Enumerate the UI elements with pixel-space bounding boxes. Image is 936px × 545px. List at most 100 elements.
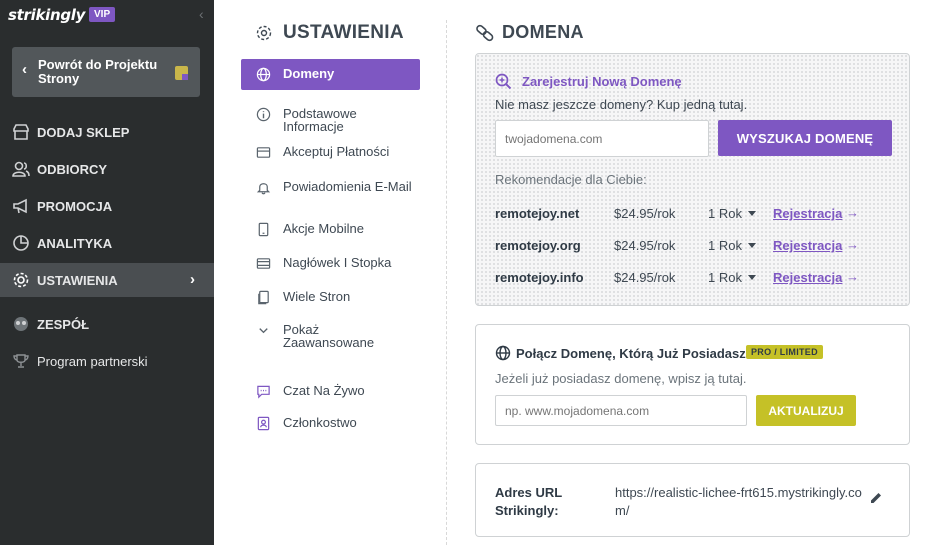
settings-item-label: Wiele Stron [283, 289, 351, 304]
sidebar: strikingly VIP ‹ ‹ Powrót do Projektu St… [0, 0, 214, 545]
chevron-down-icon [259, 328, 268, 334]
sidebar-item-audience[interactable]: ODBIORCY [0, 152, 214, 186]
brand-logo[interactable]: strikingly [8, 6, 85, 24]
sidebar-item-label: DODAJ SKLEP [37, 125, 130, 140]
settings-item-label: Pokaż Zaawansowane [283, 322, 375, 350]
arrow-right-icon: → [846, 269, 859, 284]
settings-menu: USTAWIENIA Domeny Podstawowe Informacje … [214, 0, 447, 545]
gear-icon [256, 25, 272, 41]
settings-item-payments[interactable]: Akceptuj Płatności [241, 137, 420, 165]
settings-item-label: Powiadomienia E-Mail [283, 179, 412, 194]
settings-item-label: Domeny [283, 66, 335, 81]
period-select[interactable]: 1 Rok [708, 206, 756, 221]
settings-item-label: Członkostwo [283, 415, 357, 430]
sidebar-item-label: Program partnerski [37, 354, 148, 369]
register-link[interactable]: Rejestracja [773, 206, 842, 221]
connect-domain-card: Połącz Domenę, Którą Już Posiadasz PRO /… [475, 324, 910, 445]
chevron-right-icon: › [190, 271, 195, 288]
sidebar-item-analytics[interactable]: ANALITYKA [0, 226, 214, 260]
domain-price: $24.95/rok [614, 238, 676, 253]
chat-icon [257, 385, 270, 399]
register-link[interactable]: Rejestracja [773, 270, 842, 285]
connect-subtitle: Jeżeli już posiadasz domenę, wpisz ją tu… [495, 371, 747, 386]
sidebar-item-label: ANALITYKA [37, 236, 113, 251]
pages-icon [258, 290, 269, 305]
arrow-right-icon: → [846, 205, 859, 220]
sidebar-item-partner[interactable]: Program partnerski [0, 344, 214, 378]
settings-item-email[interactable]: Powiadomienia E-Mail [241, 172, 420, 206]
domain-title: DOMENA [502, 22, 584, 42]
register-domain-card: Zarejestruj Nową Domenę Nie masz jeszcze… [475, 53, 910, 306]
page-icon [175, 66, 188, 80]
settings-title: USTAWIENIA [283, 22, 404, 43]
settings-item-domains[interactable]: Domeny [241, 59, 420, 90]
settings-item-show-advanced[interactable]: Pokaż Zaawansowane [241, 315, 420, 351]
connect-domain-heading: Połącz Domenę, Którą Już Posiadasz [516, 346, 746, 361]
header-footer-icon [256, 258, 271, 269]
team-icon [14, 317, 28, 331]
payment-icon [256, 147, 271, 158]
vip-badge: VIP [89, 7, 116, 22]
sidebar-item-label: PROMOCJA [37, 199, 113, 214]
period-select[interactable]: 1 Rok [708, 238, 756, 253]
strikingly-url-card: Adres URL Strikingly: https://realistic-… [475, 463, 910, 537]
settings-item-label: Czat Na Żywo [283, 383, 365, 398]
pie-chart-icon [13, 235, 29, 251]
gear-icon [13, 272, 29, 288]
collapse-sidebar-icon[interactable]: ‹ [199, 6, 204, 22]
zoom-in-icon [495, 73, 512, 90]
globe-icon [256, 67, 271, 82]
url-value: https://realistic-lichee-frt615.mystriki… [615, 485, 862, 518]
period-select[interactable]: 1 Rok [708, 270, 756, 285]
link-icon [476, 24, 494, 42]
megaphone-icon [13, 198, 27, 214]
arrow-right-icon: → [846, 237, 859, 252]
settings-item-multiple-pages[interactable]: Wiele Stron [241, 282, 420, 310]
users-icon [12, 161, 30, 177]
info-icon [256, 107, 271, 122]
domain-price: $24.95/rok [614, 270, 676, 285]
globe-icon [495, 345, 511, 361]
settings-item-label: Nagłówek I Stopka [283, 255, 392, 270]
sidebar-item-promotion[interactable]: PROMOCJA [0, 189, 214, 223]
trophy-icon [13, 354, 29, 368]
settings-item-label: Podstawowe Informacje [283, 106, 357, 134]
url-label: Adres URL Strikingly: [495, 485, 562, 518]
back-to-project-label: Powrót do Projektu Strony [38, 57, 158, 86]
settings-item-mobile[interactable]: Akcje Mobilne [241, 214, 420, 242]
divider [446, 20, 447, 545]
membership-icon [257, 416, 270, 431]
update-button[interactable]: AKTUALIZUJ [756, 395, 856, 426]
register-heading-text: Zarejestruj Nową Domenę [522, 74, 682, 89]
sidebar-item-store[interactable]: DODAJ SKLEP [0, 115, 214, 149]
settings-item-label: Akcje Mobilne [283, 221, 364, 236]
domain-search-input[interactable] [495, 120, 709, 157]
store-icon [13, 124, 29, 140]
pencil-icon[interactable] [869, 491, 883, 505]
recommended-domain: remotejoy.org [495, 238, 581, 253]
sidebar-item-label: ZESPÓŁ [37, 317, 90, 332]
list-item: remotejoy.net $24.95/rok 1 Rok Rejestrac… [495, 205, 895, 224]
back-to-project-button[interactable]: ‹ Powrót do Projektu Strony [12, 47, 200, 97]
pro-limited-badge: PRO / LIMITED [746, 345, 823, 359]
chevron-left-icon: ‹ [22, 61, 27, 78]
recommended-domain: remotejoy.info [495, 270, 584, 285]
sidebar-item-label: ODBIORCY [37, 162, 108, 177]
register-subtitle: Nie masz jeszcze domeny? Kup jedną tutaj… [495, 97, 748, 112]
settings-item-header-footer[interactable]: Nagłówek I Stopka [241, 248, 420, 276]
existing-domain-input[interactable] [495, 395, 747, 426]
sidebar-item-settings[interactable]: USTAWIENIA › [0, 263, 214, 297]
list-item: remotejoy.info $24.95/rok 1 Rok Rejestra… [495, 269, 895, 288]
recommended-domain: remotejoy.net [495, 206, 580, 221]
sidebar-item-label: USTAWIENIA [37, 273, 118, 288]
settings-item-membership[interactable]: Członkostwo [241, 408, 420, 436]
search-domain-button[interactable]: WYSZUKAJ DOMENĘ [718, 120, 892, 156]
register-link[interactable]: Rejestracja [773, 238, 842, 253]
sidebar-item-team[interactable]: ZESPÓŁ [0, 307, 214, 341]
bell-icon [256, 183, 271, 195]
recommendations-title: Rekomendacje dla Ciebie: [495, 172, 647, 187]
settings-item-live-chat[interactable]: Czat Na Żywo [241, 376, 420, 404]
list-item: remotejoy.org $24.95/rok 1 Rok Rejestrac… [495, 237, 895, 256]
settings-item-basic-info[interactable]: Podstawowe Informacje [241, 99, 420, 134]
settings-item-label: Akceptuj Płatności [283, 144, 390, 159]
